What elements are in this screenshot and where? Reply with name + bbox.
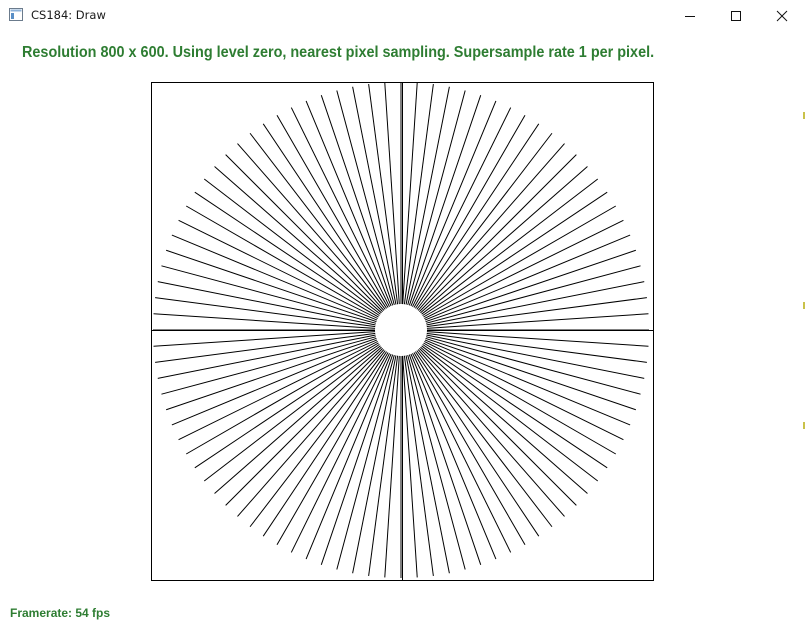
- app-window-icon: [9, 8, 23, 21]
- window-titlebar[interactable]: CS184: Draw: [0, 0, 805, 31]
- minimize-icon: [685, 15, 695, 17]
- center-hole: [375, 304, 427, 356]
- close-button[interactable]: [759, 0, 805, 31]
- minimize-button[interactable]: [667, 0, 713, 31]
- window-title: CS184: Draw: [31, 8, 106, 22]
- framerate-label: Framerate: 54 fps: [10, 606, 111, 620]
- maximize-button[interactable]: [713, 0, 759, 31]
- drawing-canvas[interactable]: [150, 82, 654, 581]
- close-icon: [776, 10, 788, 21]
- maximize-icon: [731, 10, 741, 21]
- status-line: Resolution 800 x 600. Using level zero, …: [22, 44, 655, 61]
